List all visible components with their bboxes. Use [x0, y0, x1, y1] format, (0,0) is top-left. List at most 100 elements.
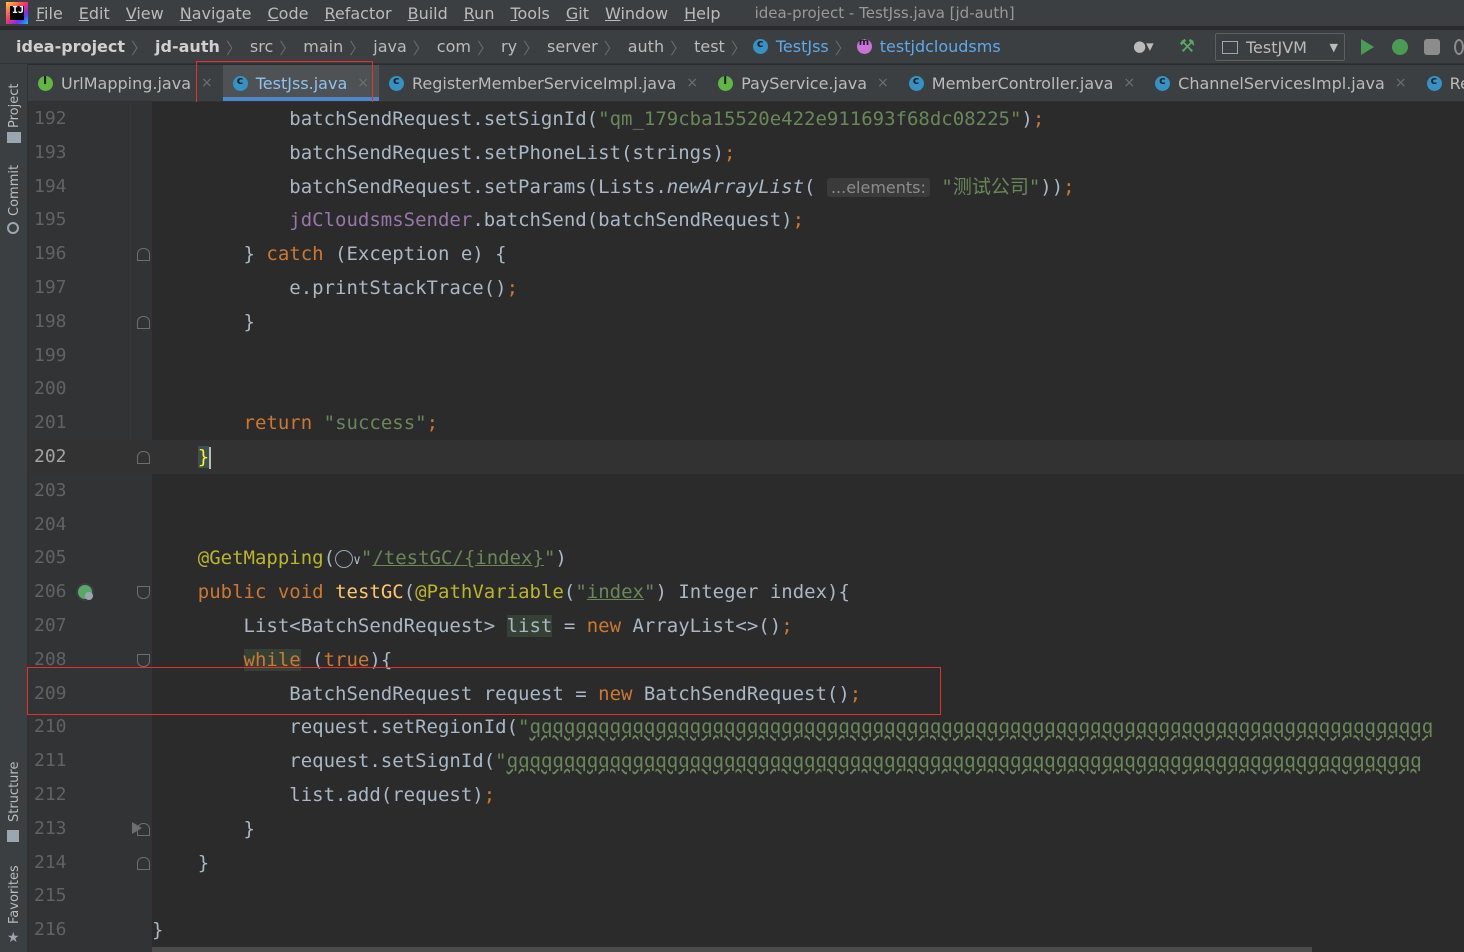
- code-line[interactable]: 201 return "success";: [28, 406, 1464, 440]
- tab-registermemberserviceimpl-java[interactable]: RegisterMemberServiceImpl.java ×: [379, 65, 708, 101]
- breadcrumb-segment[interactable]: server: [545, 37, 600, 56]
- breadcrumb-separator: 〉: [349, 38, 366, 58]
- web-endpoint-icon[interactable]: [76, 583, 94, 602]
- close-tab-icon[interactable]: ×: [1123, 75, 1135, 91]
- fold-marker-icon[interactable]: [137, 451, 150, 464]
- code-line[interactable]: 216}: [28, 913, 1464, 947]
- line-number: 194: [34, 175, 67, 197]
- code-text: }: [152, 851, 210, 874]
- breadcrumb-segment[interactable]: java: [371, 37, 409, 56]
- breadcrumb-segment[interactable]: ry: [499, 37, 519, 56]
- code-line[interactable]: 195 jdCloudsmsSender.batchSend(batchSend…: [28, 203, 1464, 237]
- globe-icon[interactable]: [335, 549, 354, 568]
- coverage-icon[interactable]: [1424, 39, 1440, 55]
- debug-bug-icon[interactable]: [1392, 39, 1408, 55]
- breadcrumb-separator: 〉: [476, 38, 493, 58]
- tab-testjss-java[interactable]: TestJss.java ×: [222, 65, 380, 101]
- code-line[interactable]: 200: [28, 372, 1464, 406]
- menu-item[interactable]: Git: [566, 4, 589, 23]
- breadcrumb-segment[interactable]: auth: [626, 37, 666, 56]
- breadcrumb-segment[interactable]: com: [435, 37, 473, 56]
- breadcrumb-segment[interactable]: src: [248, 37, 275, 56]
- code-line[interactable]: 194 batchSendRequest.setParams(Lists.new…: [28, 170, 1464, 204]
- interface-icon: [718, 74, 734, 91]
- menu-item[interactable]: Build: [408, 4, 448, 23]
- breadcrumb-class[interactable]: TestJss: [774, 37, 831, 56]
- breadcrumb-module[interactable]: jd-auth: [153, 37, 222, 56]
- menu-item[interactable]: Run: [464, 4, 495, 23]
- commit-icon: [7, 222, 19, 234]
- menu-item[interactable]: Window: [605, 4, 668, 23]
- tab-label: RealNameRegist: [1449, 73, 1464, 93]
- close-tab-icon[interactable]: ×: [1395, 75, 1407, 91]
- menu-item[interactable]: View: [126, 4, 164, 23]
- tool-window-structure[interactable]: Structure: [0, 762, 28, 854]
- close-tab-icon[interactable]: ×: [201, 75, 213, 91]
- code-line[interactable]: 210 request.setRegionId("qqqqqqqqqqqqqqq…: [28, 710, 1464, 744]
- breadcrumb-project[interactable]: idea-project: [14, 37, 127, 56]
- breadcrumb-segment[interactable]: test: [692, 37, 727, 56]
- code-line[interactable]: 212 list.add(request);: [28, 778, 1464, 812]
- fold-marker-icon[interactable]: [137, 248, 150, 262]
- line-number: 209: [34, 682, 67, 704]
- code-line[interactable]: 206 public void testGC(@PathVariable("in…: [28, 575, 1464, 609]
- code-line[interactable]: 205 @GetMapping(∨"/testGC/{index}"): [28, 541, 1464, 575]
- code-line[interactable]: 193 batchSendRequest.setPhoneList(string…: [28, 136, 1464, 170]
- class-icon: [752, 37, 768, 54]
- tab-membercontroller-java[interactable]: MemberController.java ×: [899, 65, 1145, 101]
- code-line[interactable]: 203: [28, 474, 1464, 508]
- line-number: 197: [34, 277, 67, 298]
- run-play-icon[interactable]: [1361, 39, 1374, 55]
- profiler-icon[interactable]: [1454, 39, 1464, 55]
- code-line[interactable]: 204: [28, 508, 1464, 542]
- favorites-tool-label: Favorites: [7, 865, 22, 924]
- build-hammer-icon[interactable]: ⚒: [1179, 36, 1201, 58]
- breadcrumb-method[interactable]: testjdcloudsms: [878, 37, 1003, 56]
- code-line[interactable]: 213 }: [28, 812, 1464, 846]
- menu-item[interactable]: Refactor: [324, 4, 391, 23]
- close-tab-icon[interactable]: ×: [877, 75, 889, 91]
- menu-item[interactable]: Navigate: [180, 4, 252, 23]
- breadcrumb-separator: 〉: [603, 38, 620, 58]
- tab-label: MemberController.java: [931, 73, 1114, 93]
- tab-realnameregist[interactable]: RealNameRegist: [1417, 65, 1464, 101]
- fold-marker-icon[interactable]: [137, 586, 150, 600]
- code-line[interactable]: 198 }: [28, 305, 1464, 339]
- code-line[interactable]: 214 }: [28, 846, 1464, 880]
- class-icon: [1155, 74, 1171, 91]
- breadcrumb-segment[interactable]: main: [301, 37, 345, 56]
- tool-window-favorites[interactable]: Favorites ★: [0, 864, 28, 952]
- close-tab-icon[interactable]: ×: [686, 75, 698, 91]
- gutter-arrow-icon[interactable]: [132, 821, 142, 834]
- line-number: 203: [34, 479, 67, 501]
- menu-item[interactable]: Edit: [79, 4, 110, 23]
- code-line[interactable]: 211 request.setSignId("qqqqqqqqqqqqqqqqq…: [28, 744, 1464, 778]
- code-editor[interactable]: 192 batchSendRequest.setSignId("qm_179cb…: [28, 102, 1464, 952]
- tab-payservice-java[interactable]: PayService.java ×: [708, 65, 899, 101]
- code-text: }: [197, 446, 212, 469]
- menu-item[interactable]: Code: [268, 4, 309, 23]
- tab-urlmapping-java[interactable]: UrlMapping.java ×: [28, 65, 223, 101]
- close-tab-icon[interactable]: ×: [357, 75, 369, 91]
- code-line[interactable]: 197 e.printStackTrace();: [28, 271, 1464, 305]
- user-account-icon[interactable]: ●▾: [1133, 37, 1161, 57]
- code-line[interactable]: 202 }: [28, 440, 1464, 474]
- tool-window-project[interactable]: Project: [0, 70, 28, 150]
- horizontal-scrollbar[interactable]: [152, 947, 1312, 952]
- code-line[interactable]: 199: [28, 339, 1464, 373]
- run-configuration-select[interactable]: TestJVM ▼: [1215, 33, 1345, 61]
- tab-channelservicesimpl-java[interactable]: ChannelServicesImpl.java ×: [1145, 65, 1416, 101]
- code-line[interactable]: 208 while (true){: [28, 643, 1464, 677]
- code-line[interactable]: 196 } catch (Exception e) {: [28, 237, 1464, 271]
- code-line[interactable]: 192 batchSendRequest.setSignId("qm_179cb…: [28, 102, 1464, 136]
- tool-window-commit[interactable]: Commit: [0, 164, 28, 244]
- code-line[interactable]: 207 List<BatchSendRequest> list = new Ar…: [28, 609, 1464, 643]
- menu-item[interactable]: File: [36, 4, 63, 23]
- code-line[interactable]: 215: [28, 879, 1464, 913]
- fold-marker-icon[interactable]: [137, 653, 150, 667]
- fold-marker-icon[interactable]: [137, 315, 150, 329]
- menu-item[interactable]: Tools: [510, 4, 549, 23]
- menu-item[interactable]: Help: [684, 4, 720, 23]
- code-line[interactable]: 209 BatchSendRequest request = new Batch…: [28, 677, 1464, 711]
- fold-marker-icon[interactable]: [137, 856, 150, 870]
